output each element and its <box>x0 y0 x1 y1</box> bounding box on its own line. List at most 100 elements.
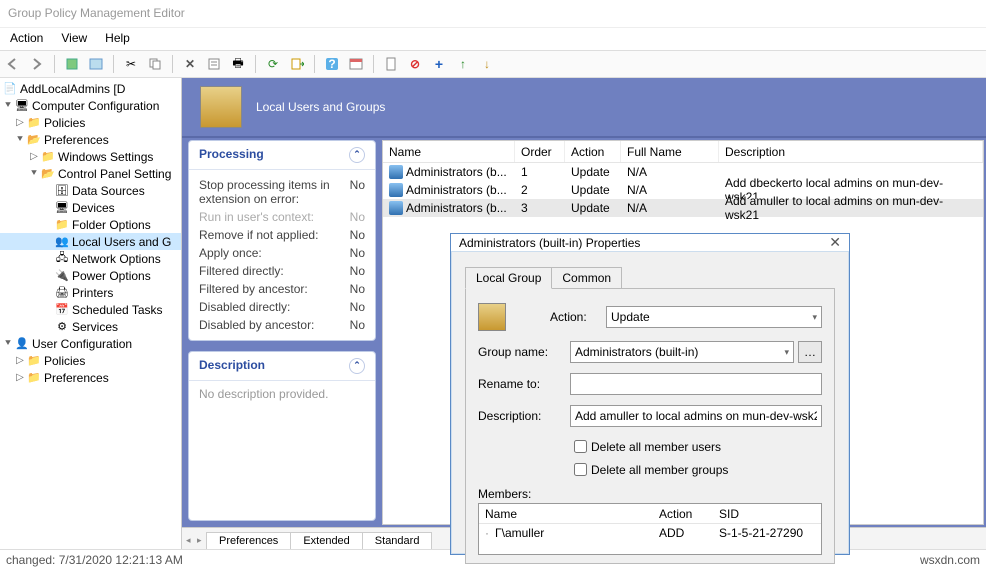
list-header: Name Order Action Full Name Description <box>383 141 983 163</box>
status-changed: changed: 7/31/2020 12:21:13 AM <box>6 553 183 567</box>
copy-icon[interactable] <box>146 55 164 73</box>
description-panel: Description ⌃ No description provided. <box>188 351 376 521</box>
tab-standard[interactable]: Standard <box>362 532 433 549</box>
description-title: Description <box>199 358 265 374</box>
group-icon <box>389 183 403 197</box>
close-icon[interactable]: ✕ <box>829 234 841 251</box>
group-icon <box>389 201 403 215</box>
content-header: Local Users and Groups <box>182 78 986 138</box>
help-icon[interactable]: ? <box>323 55 341 73</box>
group-name-select[interactable]: Administrators (built-in) <box>570 341 794 363</box>
dialog-title: Administrators (built-in) Properties <box>459 236 640 250</box>
back-icon[interactable] <box>4 55 22 73</box>
stop-icon[interactable]: ⊘ <box>406 55 424 73</box>
cut-icon[interactable]: ✂ <box>122 55 140 73</box>
col-description[interactable]: Description <box>719 141 983 162</box>
tab-extended[interactable]: Extended <box>290 532 362 549</box>
action-label: Action: <box>550 310 606 324</box>
tree-cp-settings[interactable]: Control Panel Setting <box>58 167 171 181</box>
delete-groups-checkbox[interactable] <box>574 463 587 476</box>
add-icon[interactable]: + <box>430 55 448 73</box>
page-icon[interactable] <box>382 55 400 73</box>
print-icon[interactable]: 🖶 <box>229 55 247 73</box>
proc-remove-label: Remove if not applied: <box>199 228 318 242</box>
group-name-label: Group name: <box>478 345 570 359</box>
tree-user-config[interactable]: User Configuration <box>32 337 132 351</box>
tree-network[interactable]: Network Options <box>72 252 161 266</box>
tree-power[interactable]: Power Options <box>72 269 151 283</box>
tree-local-users-groups[interactable]: Local Users and G <box>72 235 171 249</box>
tree-services[interactable]: Services <box>72 320 118 334</box>
delete-users-checkbox[interactable] <box>574 440 587 453</box>
members-list[interactable]: Name Action SID ·Γ\amuller ADD S-1-5-21-… <box>478 503 822 555</box>
tree-root[interactable]: AddLocalAdmins [D <box>20 82 125 96</box>
tree-win-settings[interactable]: Windows Settings <box>58 150 153 164</box>
desc-label: Description: <box>478 409 570 423</box>
delete-groups-label: Delete all member groups <box>591 463 728 477</box>
tree-preferences[interactable]: Preferences <box>44 133 109 147</box>
group-large-icon <box>478 303 506 331</box>
tree-folder-options[interactable]: Folder Options <box>72 218 151 232</box>
mcol-name[interactable]: Name <box>479 507 653 521</box>
rename-label: Rename to: <box>478 377 570 391</box>
properties-dialog: Administrators (built-in) Properties ✕ L… <box>450 233 850 555</box>
forward-icon[interactable] <box>28 55 46 73</box>
export-icon[interactable] <box>288 55 306 73</box>
mcol-sid[interactable]: SID <box>713 507 821 521</box>
svg-text:?: ? <box>328 57 335 71</box>
col-fullname[interactable]: Full Name <box>621 141 719 162</box>
properties-icon[interactable] <box>205 55 223 73</box>
menu-view[interactable]: View <box>61 31 87 47</box>
up-icon[interactable]: ↑ <box>454 55 472 73</box>
status-watermark: wsxdn.com <box>920 553 980 567</box>
window-title: Group Policy Management Editor <box>0 0 986 28</box>
tree-devices[interactable]: Devices <box>72 201 115 215</box>
window-icon[interactable] <box>87 55 105 73</box>
nav-tree[interactable]: 📄AddLocalAdmins [D ⯆🖥Computer Configurat… <box>0 78 182 549</box>
page-title: Local Users and Groups <box>256 100 385 114</box>
rename-field[interactable] <box>570 373 822 395</box>
new-icon[interactable] <box>63 55 81 73</box>
tree-preferences-user[interactable]: Preferences <box>44 371 109 385</box>
calendar-icon[interactable] <box>347 55 365 73</box>
browse-button[interactable]: … <box>798 341 822 363</box>
mcol-action[interactable]: Action <box>653 507 713 521</box>
tree-data-sources[interactable]: Data Sources <box>72 184 145 198</box>
tree-policies[interactable]: Policies <box>44 116 85 130</box>
users-groups-icon <box>200 86 242 128</box>
collapse-icon[interactable]: ⌃ <box>349 358 365 374</box>
delete-users-label: Delete all member users <box>591 440 721 454</box>
toolbar: ✂ ✕ 🖶 ⟳ ? ⊘ + ↑ ↓ <box>0 50 986 78</box>
tree-printers[interactable]: Printers <box>72 286 113 300</box>
action-select[interactable]: Update <box>606 306 822 328</box>
tree-policies-user[interactable]: Policies <box>44 354 85 368</box>
menu-help[interactable]: Help <box>105 31 130 47</box>
collapse-icon[interactable]: ⌃ <box>349 147 365 163</box>
list-row[interactable]: Administrators (b... 3UpdateN/AAdd amull… <box>383 199 983 217</box>
processing-panel: Processing⌃ Stop processing items in ext… <box>188 140 376 341</box>
description-text: No description provided. <box>189 381 375 407</box>
proc-filtdir-label: Filtered directly: <box>199 264 284 278</box>
proc-apply-label: Apply once: <box>199 246 262 260</box>
tree-comp-config[interactable]: Computer Configuration <box>32 99 159 113</box>
member-row[interactable]: ·Γ\amuller ADD S-1-5-21-27290 <box>479 524 821 542</box>
proc-disanc-label: Disabled by ancestor: <box>199 318 314 332</box>
proc-context-label: Run in user's context: <box>199 210 314 224</box>
down-icon[interactable]: ↓ <box>478 55 496 73</box>
tree-scheduled[interactable]: Scheduled Tasks <box>72 303 163 317</box>
description-field[interactable] <box>570 405 822 427</box>
tab-common[interactable]: Common <box>551 267 622 289</box>
menu-action[interactable]: Action <box>10 31 43 47</box>
members-label: Members: <box>478 487 822 501</box>
tab-local-group[interactable]: Local Group <box>465 267 552 289</box>
col-order[interactable]: Order <box>515 141 565 162</box>
tab-preferences[interactable]: Preferences <box>206 532 291 549</box>
proc-disdir-label: Disabled directly: <box>199 300 290 314</box>
proc-stop-label: Stop processing items in extension on er… <box>199 178 350 206</box>
proc-filtanc-label: Filtered by ancestor: <box>199 282 308 296</box>
col-name[interactable]: Name <box>383 141 515 162</box>
refresh-icon[interactable]: ⟳ <box>264 55 282 73</box>
group-icon <box>389 165 403 179</box>
delete-icon[interactable]: ✕ <box>181 55 199 73</box>
col-action[interactable]: Action <box>565 141 621 162</box>
